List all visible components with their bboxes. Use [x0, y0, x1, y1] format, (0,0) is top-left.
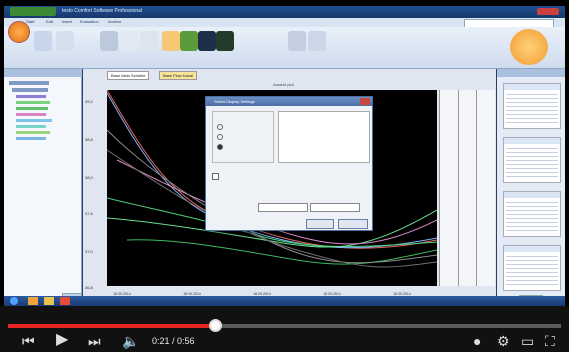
tab-base-flow[interactable]: Base Flow Kanal [159, 71, 198, 80]
ok-button[interactable] [306, 219, 334, 229]
smiley-icon[interactable] [120, 31, 138, 51]
player-controls [0, 306, 569, 352]
settings-dialog: Select Display Settings [205, 96, 373, 231]
radio-option[interactable] [217, 144, 223, 150]
window-title: testo Comfort Software Professional [62, 8, 143, 14]
calendar-month[interactable] [503, 245, 561, 291]
tree-item[interactable] [16, 119, 52, 122]
tab-evaluation[interactable]: Evaluation [80, 19, 99, 24]
curve-icon[interactable] [180, 31, 198, 51]
checkbox[interactable] [212, 173, 219, 180]
volume-icon[interactable]: 🔈 [122, 334, 139, 348]
calendar-header [497, 69, 565, 77]
theater-mode-icon[interactable]: ▭ [521, 334, 534, 348]
taskbar-app-icon[interactable] [60, 297, 70, 305]
y-tick: 37,0 [85, 249, 93, 254]
tree-item[interactable] [16, 125, 46, 128]
calendar-month[interactable] [503, 137, 561, 183]
channel-list[interactable] [278, 111, 370, 163]
play-icon[interactable]: ▶ [56, 332, 68, 348]
calendar-month[interactable] [503, 191, 561, 237]
sum-icon[interactable] [100, 31, 118, 51]
tree-item[interactable] [16, 101, 50, 104]
panel-header [4, 69, 82, 77]
dialog-titlebar: Select Display Settings [206, 97, 372, 106]
y-axis: 39,2 38,8 38,0 37,6 37,0 36,8 [83, 87, 99, 297]
quick-access-toolbar[interactable] [10, 7, 56, 16]
cancel-button[interactable] [338, 219, 368, 229]
settings-gear-icon[interactable]: ⚙ [497, 334, 510, 348]
app-menu-button[interactable] [8, 21, 30, 43]
window-controls[interactable] [537, 8, 559, 15]
tab-edit[interactable]: Edit [46, 19, 53, 24]
testo-logo [510, 29, 548, 65]
display-icon[interactable] [198, 31, 216, 51]
device-tree-panel [4, 69, 82, 306]
scrubber-handle[interactable] [209, 319, 222, 332]
ribbon [4, 21, 565, 69]
tab-insert[interactable]: Insert [62, 19, 72, 24]
dialog-title: Select Display Settings [214, 99, 255, 104]
tree-item[interactable] [12, 88, 48, 92]
table-icon[interactable] [216, 31, 234, 51]
export-icon[interactable] [308, 31, 326, 51]
info-icon[interactable]: ● [473, 334, 481, 348]
duration: 0:56 [177, 336, 195, 346]
radio-option[interactable] [217, 124, 223, 130]
print-icon[interactable] [288, 31, 306, 51]
period-end-field[interactable] [310, 203, 360, 212]
options-group [212, 111, 274, 163]
tree-root-item[interactable] [9, 81, 49, 85]
start-orb-icon[interactable] [10, 297, 18, 305]
y-tick: 38,0 [85, 175, 93, 180]
tree-item[interactable] [16, 95, 46, 98]
tab-start[interactable]: Start [26, 19, 34, 24]
secondary-axes [439, 90, 495, 286]
close-icon[interactable] [360, 98, 370, 105]
period-start-field[interactable] [258, 203, 308, 212]
calendar-month[interactable] [503, 83, 561, 129]
title-bar: testo Comfort Software Professional [4, 6, 565, 18]
tree-item[interactable] [16, 131, 50, 134]
settings-icon[interactable] [140, 31, 158, 51]
taskbar [4, 296, 565, 306]
time-display: 0:21 / 0:56 [152, 336, 195, 346]
taskbar-app-icon[interactable] [28, 297, 38, 305]
graph-icon[interactable] [162, 31, 180, 51]
tab-archive[interactable]: Archive [108, 19, 121, 24]
radio-option[interactable] [217, 134, 223, 140]
taskbar-app-icon[interactable] [44, 297, 54, 305]
progress-fill [8, 324, 215, 328]
next-icon[interactable]: ⏭ [88, 334, 101, 348]
current-time: 0:21 [152, 336, 170, 346]
y-tick: 37,6 [85, 211, 93, 216]
tab-base-main[interactable]: Base Main Schiebe [107, 71, 150, 80]
ribbon-tab-bar: Start Edit Insert Evaluation Archive [4, 18, 565, 28]
tree-item[interactable] [16, 113, 46, 116]
chart-header: Ansicht plot [273, 82, 294, 87]
tree-item[interactable] [16, 107, 48, 110]
y-tick: 39,2 [85, 99, 93, 104]
paste-icon[interactable] [34, 31, 52, 51]
y-tick: 36,8 [85, 285, 93, 290]
y-tick: 38,8 [85, 137, 93, 142]
fullscreen-icon[interactable]: ⛶ [545, 334, 555, 348]
previous-icon[interactable]: ⏮ [22, 334, 35, 348]
copy-icon[interactable] [56, 31, 74, 51]
tree-item[interactable] [16, 137, 46, 140]
calendar-panel [497, 69, 565, 306]
